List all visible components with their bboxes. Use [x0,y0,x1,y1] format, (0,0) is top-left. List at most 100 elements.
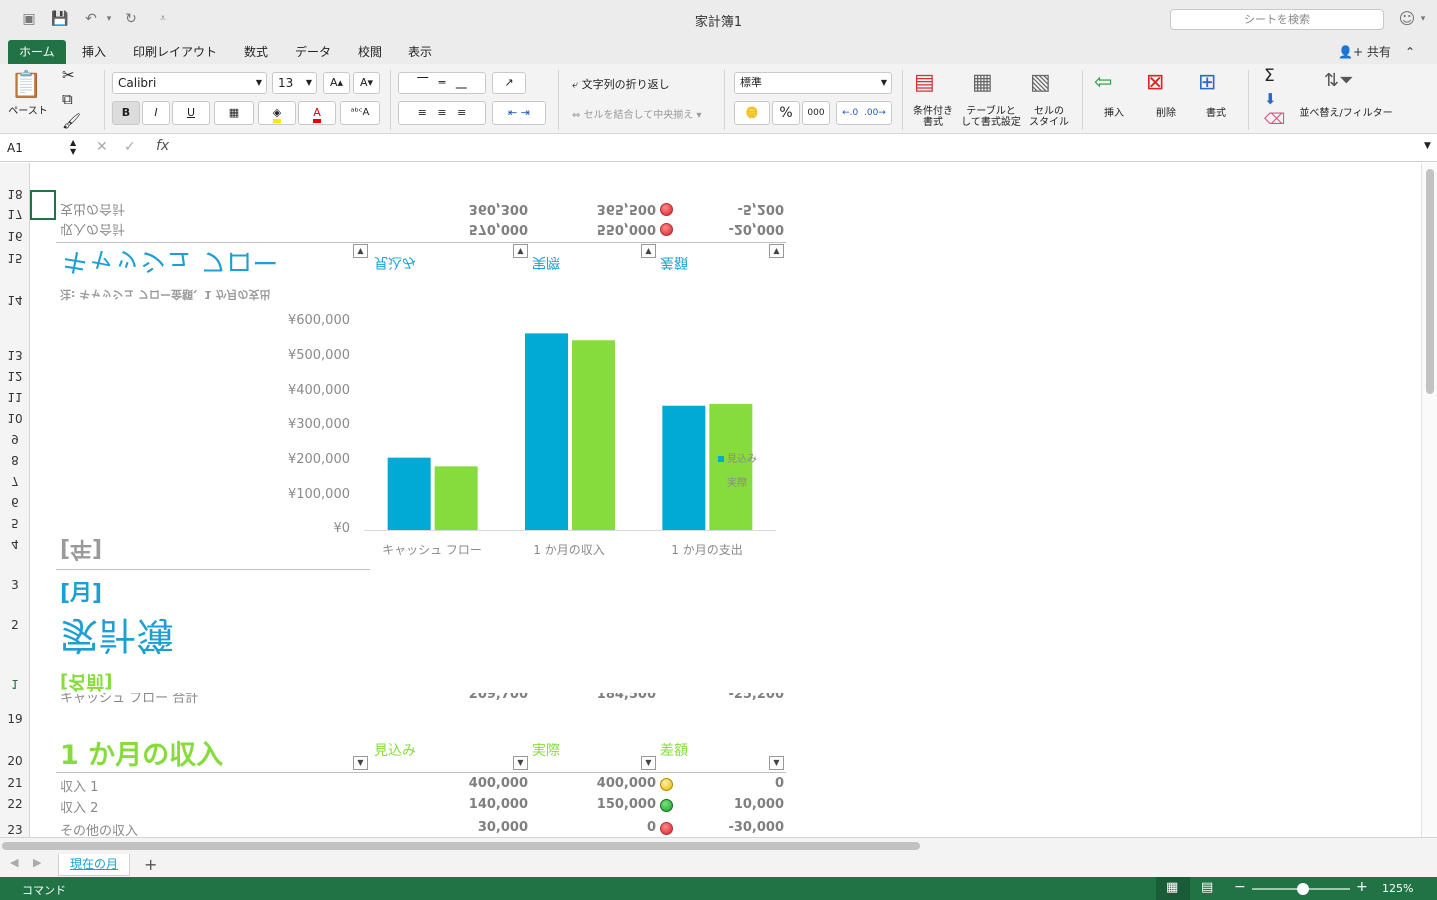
underline-button[interactable]: U [172,101,210,125]
cut-icon[interactable]: ✂ [62,66,75,84]
cashflow-chart[interactable]: ¥600,000 ¥500,000 ¥400,000 ¥300,000 ¥200… [280,313,785,568]
collapse-ribbon-icon[interactable]: ⌃ [1405,45,1415,59]
row-header[interactable]: 15 [0,251,30,265]
row-header[interactable]: 16 [0,229,30,243]
confirm-icon[interactable]: ✓ [124,139,136,155]
zoom-slider-thumb[interactable] [1297,883,1309,895]
italic-button[interactable]: I [142,101,170,125]
row-header[interactable]: 2 [0,618,30,632]
font-size-select[interactable]: 13 ▼ [272,72,317,94]
function-icon[interactable]: fx [156,138,169,154]
filter-dropdown-icon[interactable]: ▼ [353,756,368,770]
add-sheet-button[interactable]: + [144,855,157,874]
vertical-scrollbar[interactable] [1421,163,1437,837]
format-cells-icon[interactable]: ⊞ [1198,70,1216,95]
phonetic-button[interactable]: ᵃᵇᶜA [340,101,380,125]
tab-data[interactable]: データ [295,43,331,60]
row-header[interactable]: 20 [0,754,30,768]
paste-icon[interactable]: 📋 [10,70,42,100]
worksheet-grid[interactable]: 18 17 16 15 14 13 12 11 10 9 8 7 6 5 4 3… [0,163,1420,837]
thousands-button[interactable]: 000 [802,101,830,125]
delete-cells-icon[interactable]: ⊠ [1146,70,1164,95]
font-name-select[interactable]: Calibri ▼ [112,72,267,94]
decrease-font-button[interactable]: A▾ [353,72,380,94]
row-header[interactable]: 22 [0,797,30,811]
filter-dropdown-icon[interactable]: ▼ [513,756,528,770]
row-header[interactable]: 11 [0,390,30,404]
row-header[interactable]: 6 [0,495,30,509]
name-box-stepper[interactable]: ▲ ▼ [70,138,76,156]
filter-dropdown-icon[interactable]: ▼ [513,244,528,258]
zoom-out-icon[interactable]: − [1234,879,1246,895]
format-painter-icon[interactable]: 🖌 [62,112,81,130]
tab-formulas[interactable]: 数式 [244,43,268,60]
feedback-dropdown-icon[interactable]: ▾ [1414,10,1432,28]
bar-expected[interactable] [387,457,431,530]
row-header[interactable]: 18 [0,187,30,201]
borders-button[interactable]: ▦ [214,101,254,125]
cancel-icon[interactable]: ✕ [96,139,108,155]
decimal-group[interactable]: ←.0 .00→ [836,101,892,125]
page-layout-view-icon[interactable]: ▤ [1201,880,1213,895]
orientation-button[interactable]: ↗ [492,72,526,94]
selected-cell[interactable] [30,190,56,220]
currency-button[interactable]: 🪙 [734,101,770,125]
sheet-tab[interactable]: 現在の月 [58,854,130,876]
bold-button[interactable]: B [112,101,140,125]
font-color-button[interactable]: A [298,101,336,125]
filter-dropdown-icon[interactable]: ▼ [641,244,656,258]
vertical-align-group[interactable]: ⎺ ═ ⎽ [398,72,486,94]
percent-button[interactable]: % [772,101,800,125]
horizontal-scroll-thumb[interactable] [2,842,920,850]
bar-expected[interactable] [525,333,568,530]
tab-view[interactable]: 表示 [408,43,432,60]
tab-page-layout[interactable]: 印刷レイアウト [133,43,217,60]
bar-actual[interactable] [709,403,753,530]
bar-actual[interactable] [434,466,478,530]
number-format-select[interactable]: 標準 ▼ [734,72,892,94]
row-header[interactable]: 21 [0,776,30,790]
bar-actual[interactable] [572,340,615,530]
filter-dropdown-icon[interactable]: ▼ [769,756,784,770]
tab-home[interactable]: ホーム [8,40,66,64]
prev-sheet-icon[interactable]: ◀ [10,856,18,869]
row-header[interactable]: 8 [0,453,30,467]
expand-formula-icon[interactable]: ▼ [1424,141,1431,151]
autosum-icon[interactable]: Σ [1264,66,1275,86]
share-button[interactable]: 👤+ 共有 ⌃ [1338,43,1415,60]
zoom-in-icon[interactable]: + [1356,879,1368,895]
row-header[interactable]: 9 [0,432,30,446]
tab-review[interactable]: 校閲 [358,43,382,60]
indent-group[interactable]: ⇤ ⇥ [492,101,546,125]
merge-center-button[interactable]: ⇔ セルを結合して中央揃え ▾ [572,106,701,121]
next-sheet-icon[interactable]: ▶ [33,856,41,869]
tab-insert[interactable]: 挿入 [82,43,106,60]
fill-icon[interactable]: ⬇ [1264,90,1277,108]
row-header[interactable]: 13 [0,348,30,362]
formula-input[interactable] [185,140,1410,158]
search-input[interactable]: シートを検索 [1170,9,1384,30]
copy-icon[interactable]: ⧉ [62,90,73,108]
horizontal-align-group[interactable]: ≡ ≡ ≡ [398,101,486,125]
row-header[interactable]: 23 [0,823,30,837]
row-header-selected[interactable]: 1 [0,677,30,691]
fill-color-button[interactable]: ◈ [258,101,296,125]
clear-icon[interactable]: ⌫ [1264,110,1285,128]
row-header[interactable]: 3 [0,578,30,592]
cell-style-icon[interactable]: ▧ [1030,70,1051,95]
filter-dropdown-icon[interactable]: ▼ [769,244,784,258]
bar-expected[interactable] [662,405,706,530]
conditional-format-icon[interactable]: ▤ [914,70,935,95]
increase-font-button[interactable]: A▴ [323,72,350,94]
row-header[interactable]: 7 [0,474,30,488]
vertical-scroll-thumb[interactable] [1426,169,1434,394]
table-format-icon[interactable]: ▦ [972,70,993,95]
insert-cells-icon[interactable]: ⇦ [1094,70,1112,95]
row-header[interactable]: 4 [0,537,30,551]
row-header[interactable]: 17 [0,207,30,221]
row-header[interactable]: 12 [0,369,30,383]
wrap-text-button[interactable]: ⤶ 文字列の折り返し [572,76,670,92]
sort-filter-icon[interactable]: ⇅⏷ [1324,70,1353,91]
row-header[interactable]: 10 [0,411,30,425]
row-header[interactable]: 5 [0,516,30,530]
